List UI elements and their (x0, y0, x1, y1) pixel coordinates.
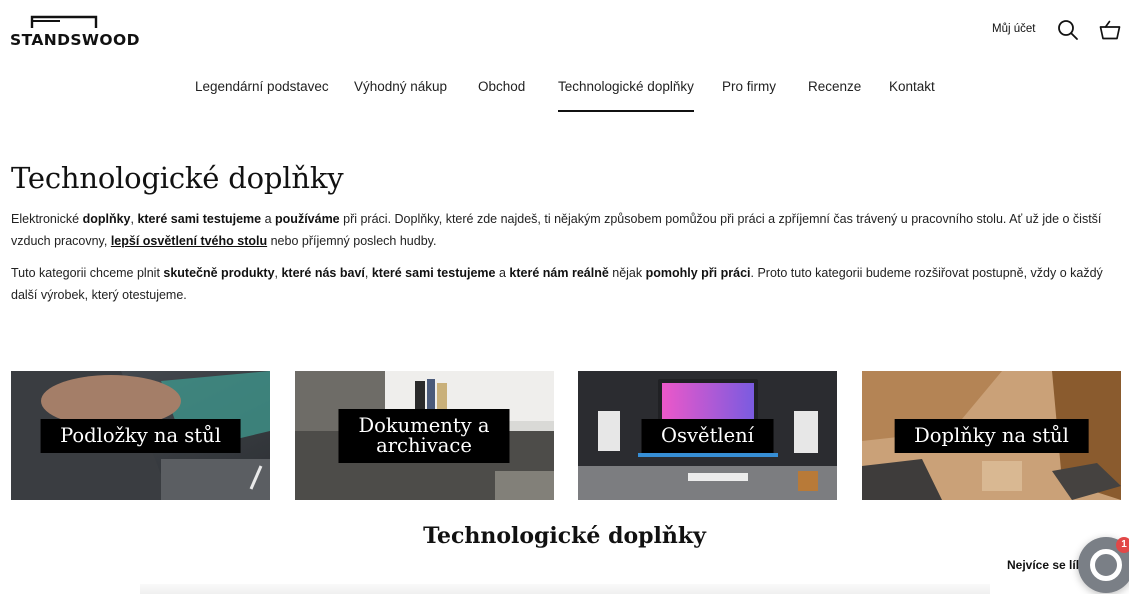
main-nav: Legendární podstavec Výhodný nákup Obcho… (0, 79, 1129, 115)
logo-text: STANDSWOOD (10, 31, 140, 49)
intro-text: , (364, 266, 372, 280)
nav-item-vyhodny-nakup[interactable]: Výhodný nákup (354, 79, 447, 94)
nav-item-technologicke-doplnky[interactable]: Technologické doplňky (558, 79, 694, 112)
nav-item-recenze[interactable]: Recenze (808, 79, 861, 94)
category-label-desk-accessories: Doplňky na stůl (894, 418, 1089, 453)
category-label-line: archivace (376, 433, 472, 457)
account-link[interactable]: Můj účet (992, 23, 1035, 35)
intro-bold: které nás baví (281, 266, 365, 280)
cart-button[interactable] (1098, 18, 1122, 42)
category-label-desk-pads: Podložky na stůl (40, 418, 241, 453)
intro-text: Tuto kategorii chceme plnit (11, 266, 164, 280)
category-card-lighting[interactable]: Osvětlení (578, 371, 837, 500)
intro-paragraph-1: Elektronické doplňky, které sami testuje… (11, 209, 1121, 252)
category-card-desk-pads[interactable]: Podložky na stůl (11, 371, 270, 500)
nav-item-kontakt[interactable]: Kontakt (889, 79, 935, 94)
intro-bold: skutečně produkty (163, 266, 275, 280)
search-icon (1058, 20, 1078, 40)
chat-notification-badge: 1 (1116, 537, 1129, 553)
page-title: Technologické doplňky (11, 161, 344, 195)
category-card-documents[interactable]: Dokumenty a archivace (294, 371, 554, 500)
intro-paragraph-2: Tuto kategorii chceme plnit skutečně pro… (11, 263, 1121, 306)
intro-bold: které sami testujeme (371, 266, 496, 280)
chat-icon (1090, 549, 1122, 581)
intro-text: a (495, 266, 510, 280)
sort-label[interactable]: Nejvíce se líbí (1007, 558, 1086, 572)
intro-text: nějak (608, 266, 646, 280)
product-grid-top (140, 584, 990, 594)
search-button[interactable] (1056, 18, 1080, 42)
category-card-desk-accessories[interactable]: Doplňky na stůl (862, 371, 1121, 500)
intro-bold: pomohly při práci (645, 266, 751, 280)
category-grid: Podložky na stůl Dokumenty a archivace O… (11, 371, 1121, 500)
basket-icon (1099, 20, 1121, 40)
logo-mark-icon (30, 15, 98, 28)
nav-item-obchod[interactable]: Obchod (478, 79, 525, 94)
nav-item-legendarni-podstavec[interactable]: Legendární podstavec (195, 79, 329, 94)
intro-bold: které nám reálně (509, 266, 609, 280)
logo[interactable]: STANDSWOOD (10, 14, 139, 50)
intro-text: a (261, 212, 276, 226)
category-label-lighting: Osvětlení (641, 418, 774, 453)
lighting-link[interactable]: lepší osvětlení tvého stolu (111, 234, 267, 248)
category-label-documents: Dokumenty a archivace (338, 408, 510, 463)
intro-bold: používáme (275, 212, 340, 226)
intro-text: Elektronické (11, 212, 83, 226)
nav-item-pro-firmy[interactable]: Pro firmy (722, 79, 776, 94)
intro-bold: které sami testujeme (137, 212, 262, 226)
chat-widget-button[interactable]: 1 (1078, 537, 1129, 593)
intro-text: nebo příjemný poslech hudby. (267, 233, 437, 248)
intro-bold: doplňky (82, 212, 131, 226)
products-section-title: Technologické doplňky (423, 523, 706, 549)
